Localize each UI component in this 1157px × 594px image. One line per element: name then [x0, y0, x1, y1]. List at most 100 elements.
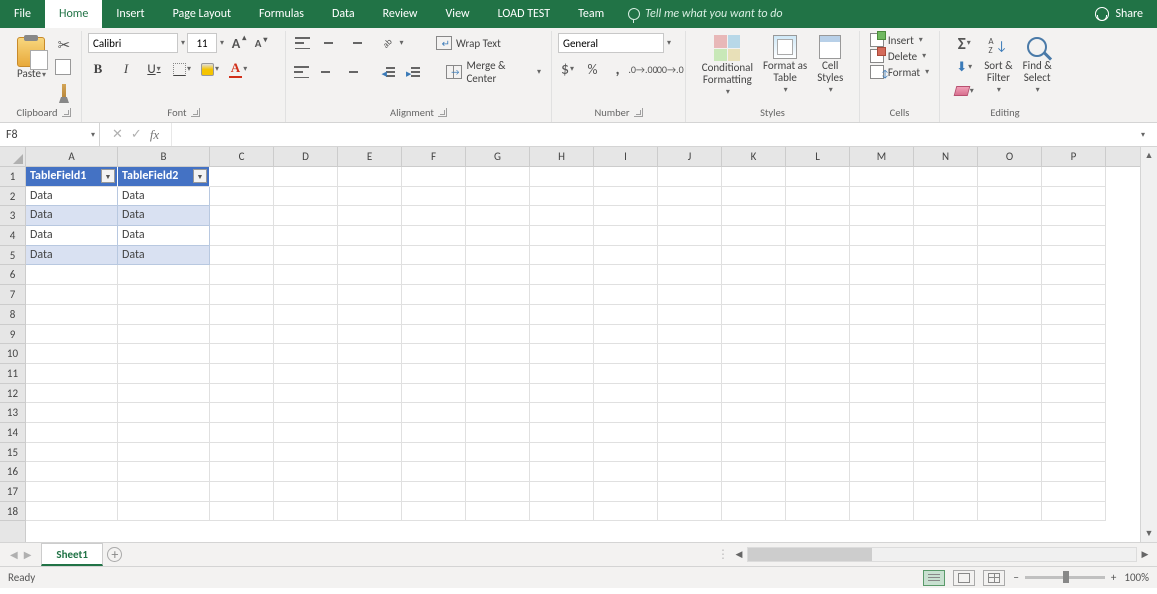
- cell[interactable]: [118, 403, 210, 423]
- row-header[interactable]: 2: [0, 187, 25, 207]
- column-header[interactable]: P: [1042, 147, 1106, 166]
- cell[interactable]: [658, 265, 722, 285]
- zoom-level[interactable]: 100%: [1124, 571, 1149, 584]
- row-header[interactable]: 17: [0, 482, 25, 502]
- tab-home[interactable]: Home: [45, 0, 102, 28]
- fill-button[interactable]: ⬇▾: [954, 57, 974, 77]
- cell[interactable]: [722, 462, 786, 482]
- insert-function-button[interactable]: fx: [150, 127, 159, 143]
- cell[interactable]: [722, 167, 786, 187]
- cell[interactable]: [722, 384, 786, 404]
- percent-format-button[interactable]: %: [583, 59, 602, 79]
- column-header[interactable]: M: [850, 147, 914, 166]
- cell[interactable]: [26, 325, 118, 345]
- formula-bar[interactable]: ▾: [171, 123, 1157, 146]
- cell[interactable]: [786, 344, 850, 364]
- cell[interactable]: [210, 423, 274, 443]
- cell[interactable]: [850, 325, 914, 345]
- cell[interactable]: [1042, 443, 1106, 463]
- row-header[interactable]: 7: [0, 285, 25, 305]
- tab-insert[interactable]: Insert: [102, 0, 158, 28]
- alignment-dialog-launcher[interactable]: [438, 108, 447, 117]
- cell[interactable]: [530, 285, 594, 305]
- cell[interactable]: [1042, 226, 1106, 246]
- cell[interactable]: [466, 443, 530, 463]
- cell[interactable]: [338, 305, 402, 325]
- cell[interactable]: [402, 265, 466, 285]
- cell[interactable]: [26, 443, 118, 463]
- cell[interactable]: [914, 265, 978, 285]
- cell[interactable]: [722, 265, 786, 285]
- cell[interactable]: [118, 285, 210, 305]
- cell[interactable]: [594, 462, 658, 482]
- cell[interactable]: [594, 187, 658, 207]
- tab-data[interactable]: Data: [318, 0, 369, 28]
- cell[interactable]: [530, 187, 594, 207]
- format-as-table-button[interactable]: Format as Table▾: [759, 33, 811, 97]
- cell[interactable]: [118, 502, 210, 522]
- cell[interactable]: [466, 305, 530, 325]
- cell[interactable]: [402, 246, 466, 266]
- cell[interactable]: [1042, 423, 1106, 443]
- format-cells-button[interactable]: Format▾: [866, 65, 933, 79]
- column-header[interactable]: L: [786, 147, 850, 166]
- column-header[interactable]: J: [658, 147, 722, 166]
- cell[interactable]: [26, 482, 118, 502]
- cell[interactable]: [466, 265, 530, 285]
- cell[interactable]: [1042, 167, 1106, 187]
- cell[interactable]: [786, 403, 850, 423]
- cell[interactable]: [210, 364, 274, 384]
- align-middle-button[interactable]: [318, 33, 338, 53]
- cell[interactable]: [530, 482, 594, 502]
- cell[interactable]: [274, 167, 338, 187]
- cell[interactable]: [1042, 364, 1106, 384]
- cell[interactable]: [338, 384, 402, 404]
- align-right-button[interactable]: [341, 62, 360, 82]
- cell[interactable]: [338, 462, 402, 482]
- cell[interactable]: [658, 305, 722, 325]
- cell[interactable]: [210, 246, 274, 266]
- cell[interactable]: [914, 403, 978, 423]
- cell[interactable]: [978, 462, 1042, 482]
- cell[interactable]: [210, 167, 274, 187]
- cell[interactable]: [914, 246, 978, 266]
- tab-formulas[interactable]: Formulas: [245, 0, 318, 28]
- cell[interactable]: [26, 344, 118, 364]
- sort-filter-button[interactable]: Sort & Filter▾: [980, 33, 1016, 97]
- cell[interactable]: [914, 502, 978, 522]
- copy-button[interactable]: [54, 58, 74, 78]
- cell[interactable]: [722, 423, 786, 443]
- cell[interactable]: [850, 443, 914, 463]
- cell[interactable]: [914, 423, 978, 443]
- column-header[interactable]: D: [274, 147, 338, 166]
- clear-button[interactable]: ▾: [954, 81, 974, 101]
- tab-load-test[interactable]: LOAD TEST: [484, 0, 565, 28]
- align-top-button[interactable]: [292, 33, 312, 53]
- sheet-nav-prev[interactable]: ▶: [24, 548, 32, 561]
- cell[interactable]: [274, 462, 338, 482]
- cell[interactable]: Data: [26, 187, 118, 207]
- cell[interactable]: [850, 206, 914, 226]
- cell[interactable]: [210, 403, 274, 423]
- page-layout-view-button[interactable]: [953, 570, 975, 586]
- cell[interactable]: [594, 482, 658, 502]
- cell[interactable]: [274, 423, 338, 443]
- accounting-format-button[interactable]: $▾: [558, 59, 577, 79]
- cell[interactable]: [978, 187, 1042, 207]
- number-format-dropdown[interactable]: ▾: [667, 38, 671, 48]
- cell[interactable]: [402, 325, 466, 345]
- number-format-combo[interactable]: [558, 33, 664, 53]
- cell[interactable]: [402, 305, 466, 325]
- cell[interactable]: [658, 443, 722, 463]
- cell[interactable]: [978, 206, 1042, 226]
- cell[interactable]: [978, 325, 1042, 345]
- cell[interactable]: [914, 187, 978, 207]
- font-name-combo[interactable]: [88, 33, 178, 53]
- cell[interactable]: [466, 403, 530, 423]
- cell[interactable]: [274, 443, 338, 463]
- cell[interactable]: [118, 482, 210, 502]
- cell[interactable]: [658, 384, 722, 404]
- tab-page-layout[interactable]: Page Layout: [159, 0, 245, 28]
- zoom-in-button[interactable]: +: [1111, 571, 1116, 584]
- cell[interactable]: [594, 423, 658, 443]
